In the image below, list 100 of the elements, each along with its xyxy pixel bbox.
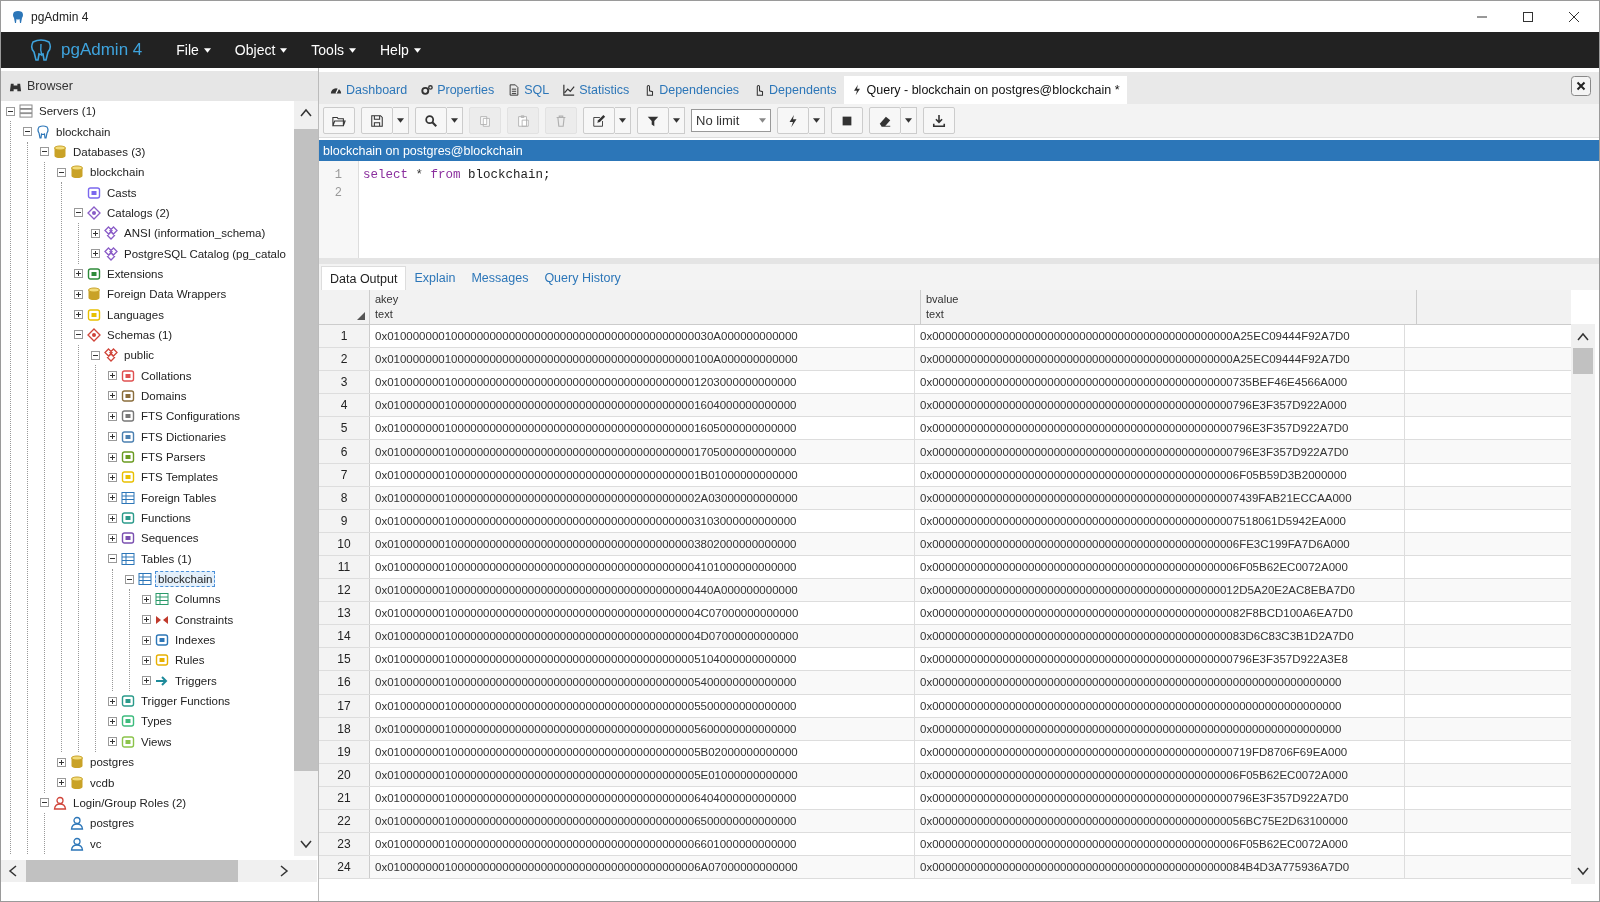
expand-toggle[interactable]	[108, 717, 117, 726]
panel-tab[interactable]: Query - blockchain on postgres@blockchain *	[843, 76, 1127, 104]
result-tab[interactable]: Query History	[536, 266, 629, 290]
result-tab[interactable]: Messages	[463, 266, 537, 290]
tree-item[interactable]: FTS Configurations	[138, 408, 244, 425]
column-header[interactable]: akey text	[370, 290, 921, 324]
collapse-toggle[interactable]	[23, 127, 32, 136]
tree-item[interactable]: Trigger Functions	[138, 693, 234, 710]
row-number[interactable]: 1	[319, 325, 370, 348]
expand-toggle[interactable]	[108, 391, 117, 401]
tree-item[interactable]: Constraints	[172, 611, 237, 628]
expand-toggle[interactable]	[142, 615, 151, 625]
row-number[interactable]: 2	[319, 348, 370, 371]
row-number[interactable]: 12	[319, 579, 370, 602]
result-tab[interactable]: Data Output	[321, 266, 407, 290]
tree-item[interactable]: vcdb	[87, 774, 118, 791]
expand-toggle[interactable]	[57, 757, 66, 767]
expand-toggle[interactable]	[108, 432, 117, 442]
row-number[interactable]: 23	[319, 833, 370, 856]
horizontal-scrollbar[interactable]	[1, 860, 317, 882]
toolbar-button[interactable]	[361, 107, 393, 134]
close-icon[interactable]	[1571, 76, 1591, 96]
tree-item[interactable]: Columns	[172, 591, 224, 608]
collapse-toggle[interactable]	[57, 167, 66, 177]
close-icon[interactable]	[1569, 11, 1579, 22]
row-number[interactable]: 13	[319, 602, 370, 625]
row-number[interactable]: 11	[319, 555, 370, 579]
toolbar-button[interactable]	[831, 107, 863, 134]
tree-item[interactable]: Casts	[104, 184, 140, 201]
expand-toggle[interactable]	[74, 310, 83, 320]
row-number[interactable]: 8	[319, 486, 370, 509]
toolbar-button[interactable]	[323, 107, 355, 134]
row-number[interactable]: 7	[319, 463, 370, 486]
tree-item[interactable]: Schemas (1)	[104, 326, 176, 343]
toolbar-button[interactable]	[637, 107, 669, 134]
tree-item[interactable]: ANSI (information_schema)	[121, 225, 269, 242]
tree-item[interactable]: Catalogs (2)	[104, 204, 173, 221]
row-number[interactable]: 4	[319, 394, 370, 417]
dropdown-button[interactable]	[393, 107, 409, 134]
row-number[interactable]: 21	[319, 786, 370, 809]
toolbar-button[interactable]	[869, 107, 901, 134]
row-number[interactable]: 24	[319, 856, 370, 879]
code-line[interactable]: select * from blockchain;	[363, 166, 551, 184]
row-number[interactable]: 3	[319, 371, 370, 394]
row-number[interactable]: 10	[319, 532, 370, 555]
panel-tab[interactable]: SQL	[501, 76, 557, 104]
tree-item[interactable]: Databases (3)	[70, 143, 149, 160]
collapse-toggle[interactable]	[125, 574, 134, 584]
tree-item[interactable]: postgres	[87, 754, 138, 771]
tree-item[interactable]: Languages	[104, 306, 167, 323]
tree-item[interactable]: Rules	[172, 652, 208, 669]
tree-item[interactable]: Login/Group Roles (2)	[70, 794, 190, 811]
limit-select[interactable]: No limit	[691, 109, 771, 132]
expand-toggle[interactable]	[142, 676, 151, 686]
toolbar-button[interactable]	[923, 107, 955, 134]
collapse-toggle[interactable]	[40, 147, 49, 157]
expand-toggle[interactable]	[108, 493, 117, 503]
brand-name[interactable]: pgAdmin 4	[61, 40, 143, 60]
collapse-toggle[interactable]	[40, 798, 49, 808]
expand-toggle[interactable]	[108, 696, 117, 706]
tree-item[interactable]: FTS Templates	[138, 469, 222, 486]
expand-toggle[interactable]	[91, 228, 100, 238]
row-number[interactable]: 9	[319, 509, 370, 532]
collapse-toggle[interactable]	[74, 208, 83, 218]
expand-toggle[interactable]	[74, 289, 83, 299]
row-number[interactable]: 16	[319, 671, 370, 694]
panel-tab[interactable]: Dashboard	[323, 76, 415, 104]
vertical-scrollbar[interactable]	[1571, 324, 1595, 884]
tree-item[interactable]: Functions	[138, 510, 194, 527]
row-number[interactable]: 5	[319, 417, 370, 440]
maximize-icon[interactable]	[1523, 11, 1533, 22]
toolbar-button[interactable]	[777, 107, 809, 134]
expand-toggle[interactable]	[108, 533, 117, 543]
tree-item[interactable]: Foreign Tables	[138, 489, 220, 506]
dropdown-button[interactable]	[615, 107, 631, 134]
tree-item[interactable]: Foreign Data Wrappers	[104, 286, 230, 303]
expand-toggle[interactable]	[57, 778, 66, 787]
row-number[interactable]: 20	[319, 763, 370, 786]
tree-item[interactable]: postgres	[87, 815, 138, 832]
row-number[interactable]: 17	[319, 694, 370, 717]
expand-toggle[interactable]	[74, 269, 83, 279]
expand-toggle[interactable]	[142, 594, 151, 604]
result-tab[interactable]: Explain	[406, 266, 464, 290]
dropdown-button[interactable]	[447, 107, 463, 134]
dropdown-button[interactable]	[901, 107, 917, 134]
expand-toggle[interactable]	[108, 737, 117, 747]
expand-toggle[interactable]	[142, 655, 151, 665]
row-number[interactable]: 19	[319, 740, 370, 763]
row-number[interactable]: 15	[319, 648, 370, 671]
tree-item[interactable]: blockchain	[155, 571, 216, 588]
tree-item[interactable]: FTS Dictionaries	[138, 428, 229, 445]
tree-item[interactable]: Collations	[138, 367, 195, 384]
dropdown-button[interactable]	[809, 107, 825, 134]
expand-toggle[interactable]	[142, 635, 151, 645]
tree-item[interactable]: public	[121, 347, 158, 364]
expand-toggle[interactable]	[108, 513, 117, 523]
tree-item[interactable]: Views	[138, 733, 175, 750]
tree-item[interactable]: blockchain	[87, 164, 148, 181]
tree-item[interactable]: Extensions	[104, 265, 167, 282]
panel-tab[interactable]: Statistics	[556, 76, 637, 104]
